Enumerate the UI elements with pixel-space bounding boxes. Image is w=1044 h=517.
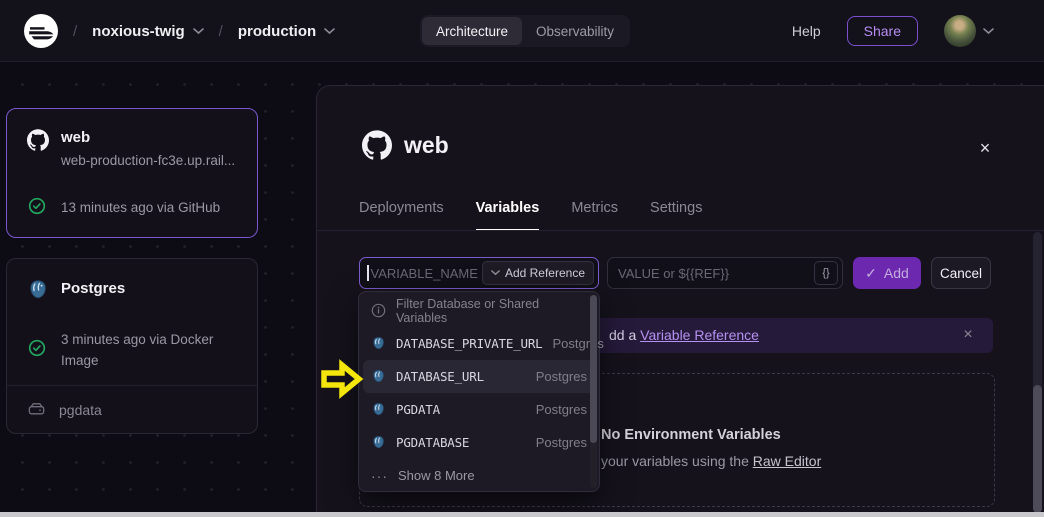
deploy-success-icon [28, 339, 46, 362]
variable-value-placeholder: VALUE or ${{REF}} [618, 266, 729, 281]
postgres-icon [371, 402, 386, 417]
breadcrumb-slash: / [219, 23, 223, 40]
filter-hint-row: Filter Database or Shared Variables [359, 294, 599, 327]
breadcrumb-slash: / [73, 23, 77, 40]
tab-architecture[interactable]: Architecture [422, 17, 522, 45]
highlight-arrow-annotation [318, 358, 364, 405]
deploy-status: 13 minutes ago via GitHub [61, 198, 220, 219]
banner-text: dd a Variable Reference [609, 327, 759, 343]
variable-reference-link[interactable]: Variable Reference [640, 327, 759, 343]
help-link[interactable]: Help [792, 23, 821, 39]
tab-observability[interactable]: Observability [522, 17, 628, 45]
share-button[interactable]: Share [847, 16, 918, 46]
variable-value-input[interactable]: VALUE or ${{REF}} {} [607, 257, 843, 289]
tab-metrics[interactable]: Metrics [571, 198, 618, 231]
postgres-icon [371, 369, 386, 384]
postgres-icon [371, 435, 386, 450]
service-card-web[interactable]: web web-production-fc3e.up.rail... 13 mi… [6, 108, 258, 238]
suggestion-pgdatabase[interactable]: PGDATABASE Postgres [359, 426, 599, 459]
chevron-down-icon [983, 28, 994, 35]
deploy-success-icon [28, 197, 46, 220]
breadcrumb: / noxious-twig / production [24, 0, 335, 62]
volume-name: pgdata [59, 402, 102, 418]
text-caret [367, 265, 369, 281]
train-icon [24, 14, 58, 48]
volume-row[interactable]: pgdata [7, 386, 257, 433]
panel-header: web [362, 130, 449, 160]
tab-settings[interactable]: Settings [650, 198, 702, 231]
tab-variables[interactable]: Variables [476, 198, 540, 231]
tab-deployments[interactable]: Deployments [359, 198, 444, 231]
variable-name-input[interactable]: VARIABLE_NAME Add Reference [359, 257, 599, 289]
empty-state-title: No Environment Variables [601, 427, 781, 443]
railway-app: / noxious-twig / production Architecture… [0, 0, 1044, 517]
service-name: Postgres [61, 280, 125, 297]
panel-title: web [404, 132, 449, 159]
cancel-button[interactable]: Cancel [931, 257, 991, 289]
topbar-actions: Help Share [792, 0, 994, 62]
suggestion-database-url[interactable]: DATABASE_URL Postgres [363, 360, 595, 393]
top-nav-bar: / noxious-twig / production Architecture… [0, 0, 1044, 62]
service-card-postgres[interactable]: Postgres 3 minutes ago via Docker Image … [6, 258, 258, 434]
panel-scrollbar-thumb[interactable] [1033, 385, 1042, 513]
view-switcher: Architecture Observability [420, 15, 630, 47]
chevron-down-icon [193, 28, 204, 35]
suggestion-database-private-url[interactable]: DATABASE_PRIVATE_URL Postgres [359, 327, 599, 360]
info-icon [371, 303, 386, 318]
service-name: web [61, 129, 90, 146]
close-icon[interactable]: × [955, 322, 981, 348]
check-icon: ✓ [865, 265, 877, 282]
chevron-down-icon [324, 28, 335, 35]
variable-suggestions-dropdown: Filter Database or Shared Variables DATA… [358, 291, 600, 492]
dropdown-scrollbar-thumb[interactable] [590, 295, 597, 443]
github-icon [362, 130, 392, 160]
breadcrumb-environment[interactable]: production [238, 23, 335, 40]
variable-name-placeholder: VARIABLE_NAME [371, 266, 478, 281]
volume-icon [27, 400, 46, 419]
deploy-status: 3 minutes ago via Docker Image [61, 330, 236, 372]
suggestion-pgdata[interactable]: PGDATA Postgres [359, 393, 599, 426]
close-icon[interactable]: × [971, 134, 999, 162]
avatar [944, 15, 976, 47]
filter-hint-text: Filter Database or Shared Variables [396, 297, 587, 325]
account-menu[interactable] [944, 15, 994, 47]
dropdown-scrollbar[interactable] [590, 295, 597, 488]
add-reference-button[interactable]: Add Reference [482, 261, 594, 285]
breadcrumb-project[interactable]: noxious-twig [92, 23, 204, 40]
braces-icon[interactable]: {} [814, 261, 838, 285]
ellipsis-icon: ··· [371, 468, 388, 484]
add-button[interactable]: ✓ Add [853, 257, 921, 289]
empty-state-body: your variables using the Raw Editor [601, 453, 821, 469]
chevron-down-icon [491, 270, 500, 276]
railway-logo-icon[interactable] [24, 14, 58, 48]
postgres-icon [371, 336, 386, 351]
panel-scrollbar[interactable] [1033, 232, 1042, 513]
show-more-row[interactable]: ··· Show 8 More [359, 459, 599, 492]
service-domain: web-production-fc3e.up.rail... [61, 153, 235, 168]
window-bottom-edge [0, 512, 1044, 517]
panel-tabs: Deployments Variables Metrics Settings [359, 198, 702, 231]
github-icon [27, 129, 49, 156]
postgres-icon [27, 279, 49, 306]
tabs-divider [317, 230, 1044, 231]
raw-editor-link[interactable]: Raw Editor [753, 453, 821, 469]
